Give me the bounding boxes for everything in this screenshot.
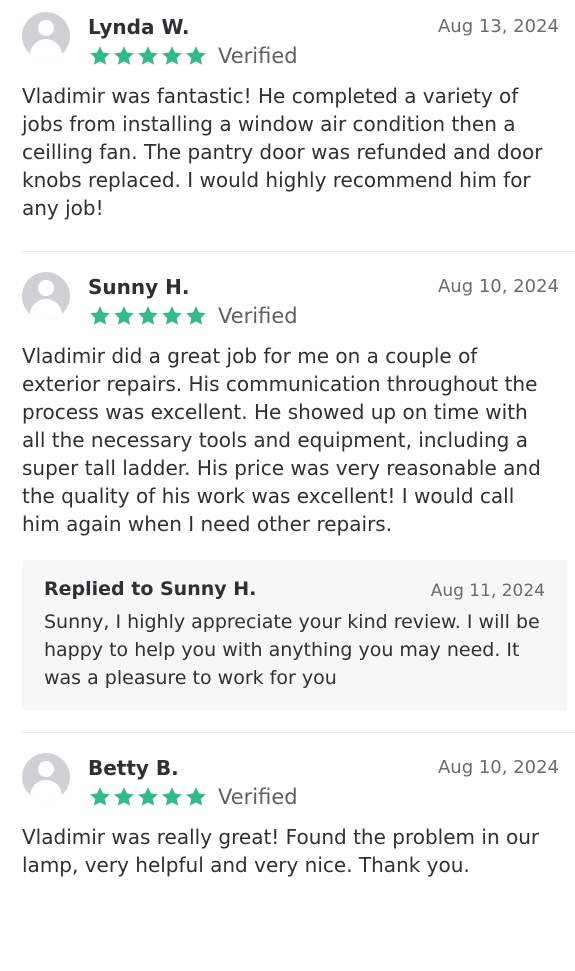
star-icon — [136, 44, 160, 68]
reviews-list: Lynda W. Aug 13, 2024 Verified Vladimir … — [0, 0, 575, 879]
review-date: Aug 13, 2024 — [437, 16, 559, 37]
star-icon — [160, 304, 184, 328]
reviewer-name: Lynda W. — [88, 15, 190, 39]
review-header: Sunny H. Aug 10, 2024 Verified — [22, 260, 567, 342]
owner-reply: Replied to Sunny H. Aug 11, 2024 Sunny, … — [22, 560, 567, 710]
star-rating — [88, 785, 208, 809]
star-icon — [88, 785, 112, 809]
review-date: Aug 10, 2024 — [437, 276, 559, 297]
star-rating — [88, 44, 208, 68]
review-card: Sunny H. Aug 10, 2024 Verified Vladimir … — [0, 260, 575, 538]
review-card: Lynda W. Aug 13, 2024 Verified Vladimir … — [0, 0, 575, 222]
review-text: Vladimir did a great job for me on a cou… — [22, 344, 541, 536]
review-header: Lynda W. Aug 13, 2024 Verified — [22, 0, 567, 82]
avatar-head-shape — [38, 280, 54, 296]
review-text: Vladimir was fantastic! He completed a v… — [22, 84, 543, 220]
reviewer-name: Sunny H. — [88, 275, 190, 299]
star-icon — [136, 785, 160, 809]
star-icon — [112, 785, 136, 809]
review-card: Betty B. Aug 10, 2024 Verified Vladimir … — [0, 741, 575, 879]
star-icon — [160, 785, 184, 809]
verified-label: Verified — [218, 785, 298, 809]
avatar — [22, 12, 70, 60]
review-text: Vladimir was really great! Found the pro… — [22, 825, 540, 877]
verified-label: Verified — [218, 304, 298, 328]
star-icon — [88, 44, 112, 68]
avatar-head-shape — [38, 761, 54, 777]
review-header: Betty B. Aug 10, 2024 Verified — [22, 741, 567, 823]
avatar — [22, 272, 70, 320]
rating-row: Verified — [88, 785, 298, 809]
star-icon — [184, 304, 208, 328]
avatar-shoulders-shape — [30, 780, 62, 801]
star-icon — [136, 304, 160, 328]
rating-row: Verified — [88, 44, 298, 68]
star-icon — [112, 44, 136, 68]
avatar-shoulders-shape — [30, 299, 62, 320]
star-rating — [88, 304, 208, 328]
star-icon — [184, 44, 208, 68]
rating-row: Verified — [88, 304, 298, 328]
avatar-head-shape — [38, 20, 54, 36]
star-icon — [112, 304, 136, 328]
reply-date: Aug 11, 2024 — [430, 581, 545, 601]
star-icon — [184, 785, 208, 809]
star-icon — [160, 44, 184, 68]
verified-label: Verified — [218, 44, 298, 68]
reply-text: Sunny, I highly appreciate your kind rev… — [44, 611, 540, 689]
avatar — [22, 753, 70, 801]
star-icon — [88, 304, 112, 328]
reviewer-name: Betty B. — [88, 756, 179, 780]
review-date: Aug 10, 2024 — [437, 757, 559, 778]
avatar-shoulders-shape — [30, 39, 62, 60]
